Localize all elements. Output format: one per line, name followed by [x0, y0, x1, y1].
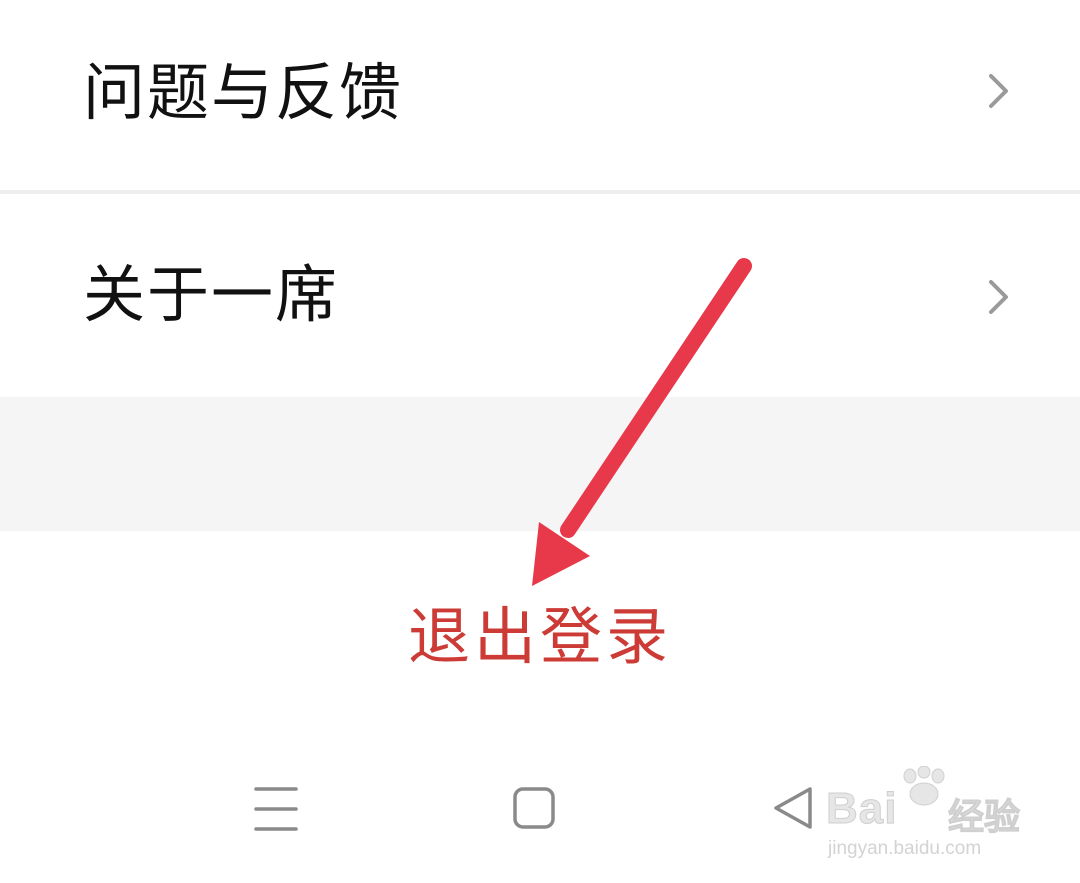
- system-navigation-bar: [0, 731, 1080, 883]
- menu-item-label: 关于一席: [83, 258, 340, 331]
- menu-item-label: 问题与反馈: [83, 56, 404, 129]
- chevron-right-icon: [989, 74, 1008, 108]
- home-icon[interactable]: [494, 781, 574, 841]
- settings-screen: 问题与反馈 关于一席 退出登录 Bai 经验 jingyan.baidu.com: [0, 0, 1080, 883]
- back-icon[interactable]: [752, 781, 832, 841]
- logout-label: 退出登录: [407, 600, 672, 673]
- logout-button[interactable]: 退出登录: [0, 531, 1080, 731]
- menu-icon[interactable]: [236, 781, 316, 841]
- menu-item-feedback[interactable]: 问题与反馈: [0, 0, 1080, 190]
- chevron-right-icon: [989, 280, 1008, 314]
- section-gap: [0, 397, 1080, 531]
- menu-item-about[interactable]: 关于一席: [0, 194, 1080, 397]
